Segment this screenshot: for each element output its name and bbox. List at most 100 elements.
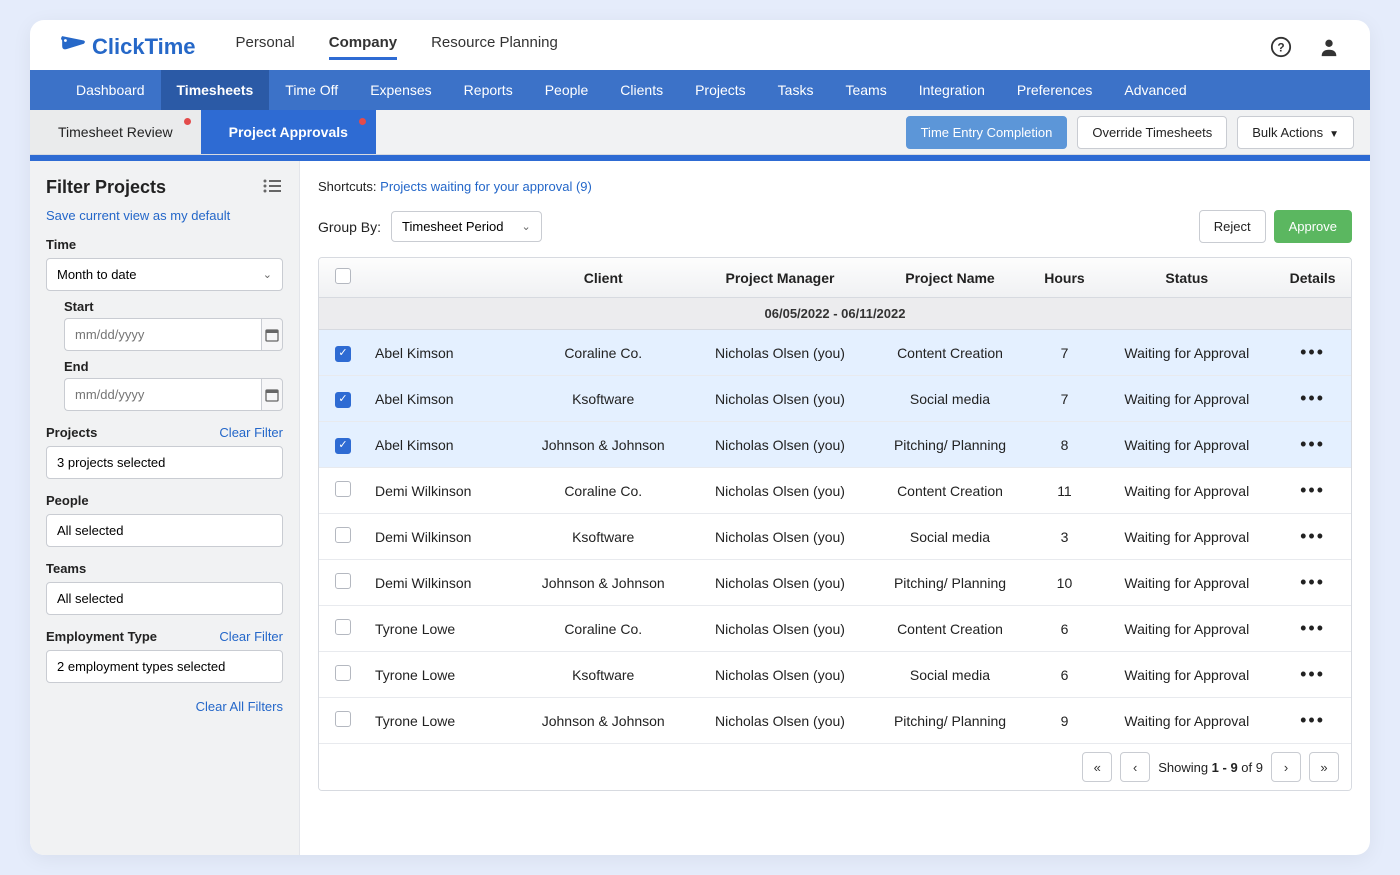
cell-hours: 7 (1029, 376, 1099, 422)
cell-client: Coraline Co. (517, 468, 689, 514)
help-icon[interactable]: ? (1270, 36, 1292, 58)
clear-all-filters-link[interactable]: Clear All Filters (196, 699, 283, 714)
row-checkbox[interactable]: ✓ (335, 438, 351, 454)
cell-status: Waiting for Approval (1099, 698, 1274, 744)
col-checkbox (319, 258, 367, 298)
page-first-button[interactable]: « (1082, 752, 1112, 782)
table-row[interactable]: ✓Abel KimsonCoraline Co.Nicholas Olsen (… (319, 330, 1351, 376)
nav-expenses[interactable]: Expenses (354, 70, 447, 110)
row-checkbox[interactable]: ✓ (335, 346, 351, 362)
row-details-icon[interactable]: ••• (1300, 388, 1325, 408)
pagination-text: Showing 1 - 9 of 9 (1158, 760, 1263, 775)
page-prev-button[interactable]: ‹ (1120, 752, 1150, 782)
time-entry-completion-button[interactable]: Time Entry Completion (906, 116, 1068, 149)
cell-status: Waiting for Approval (1099, 560, 1274, 606)
subtab-project-approvals[interactable]: Project Approvals (201, 110, 376, 154)
employment-clear-filter-link[interactable]: Clear Filter (219, 629, 283, 644)
cell-hours: 9 (1029, 698, 1099, 744)
table-row[interactable]: Tyrone LoweCoraline Co.Nicholas Olsen (y… (319, 606, 1351, 652)
nav-timesheets[interactable]: Timesheets (161, 70, 270, 110)
user-icon[interactable] (1318, 36, 1340, 58)
row-details-icon[interactable]: ••• (1300, 434, 1325, 454)
select-all-checkbox[interactable] (335, 268, 351, 284)
nav-time-off[interactable]: Time Off (269, 70, 354, 110)
main-nav: DashboardTimesheetsTime OffExpensesRepor… (30, 70, 1370, 110)
row-checkbox[interactable] (335, 619, 351, 635)
group-by-select[interactable]: Timesheet Period ⌄ (391, 211, 542, 242)
list-view-icon[interactable] (263, 179, 283, 196)
teams-filter-select[interactable]: All selected (46, 582, 283, 615)
row-checkbox[interactable] (335, 481, 351, 497)
col-project-manager: Project Manager (689, 258, 870, 298)
row-details-icon[interactable]: ••• (1300, 572, 1325, 592)
table-row[interactable]: ✓Abel KimsonJohnson & JohnsonNicholas Ol… (319, 422, 1351, 468)
nav-integration[interactable]: Integration (903, 70, 1001, 110)
filter-teams-label: Teams (46, 561, 283, 576)
cell-client: Ksoftware (517, 376, 689, 422)
cell-client: Ksoftware (517, 652, 689, 698)
cell-status: Waiting for Approval (1099, 330, 1274, 376)
table-row[interactable]: Demi WilkinsonJohnson & JohnsonNicholas … (319, 560, 1351, 606)
body: Filter Projects Save current view as my … (30, 161, 1370, 855)
nav-projects[interactable]: Projects (679, 70, 762, 110)
nav-people[interactable]: People (529, 70, 605, 110)
cell-manager: Nicholas Olsen (you) (689, 514, 870, 560)
nav-tasks[interactable]: Tasks (762, 70, 830, 110)
subtab-timesheet-review[interactable]: Timesheet Review (30, 110, 201, 154)
col-details: Details (1274, 258, 1351, 298)
employment-filter-select[interactable]: 2 employment types selected (46, 650, 283, 683)
top-nav-company[interactable]: Company (329, 34, 397, 60)
brand-logo[interactable]: ClickTime (60, 34, 196, 60)
table-row[interactable]: Tyrone LoweJohnson & JohnsonNicholas Ols… (319, 698, 1351, 744)
table-row[interactable]: Tyrone LoweKsoftwareNicholas Olsen (you)… (319, 652, 1351, 698)
bulk-actions-button[interactable]: Bulk Actions▼ (1237, 116, 1354, 149)
table-row[interactable]: Demi WilkinsonKsoftwareNicholas Olsen (y… (319, 514, 1351, 560)
nav-teams[interactable]: Teams (829, 70, 902, 110)
time-range-value: Month to date (57, 267, 137, 282)
page-last-button[interactable]: » (1309, 752, 1339, 782)
row-checkbox[interactable] (335, 665, 351, 681)
nav-preferences[interactable]: Preferences (1001, 70, 1108, 110)
top-nav-resource-planning[interactable]: Resource Planning (431, 34, 558, 60)
cell-manager: Nicholas Olsen (you) (689, 652, 870, 698)
end-date-calendar-icon[interactable] (261, 378, 283, 411)
approve-button[interactable]: Approve (1274, 210, 1352, 243)
shortcuts-link[interactable]: Projects waiting for your approval (9) (380, 179, 592, 194)
projects-clear-filter-link[interactable]: Clear Filter (219, 425, 283, 440)
top-header-right: ? (1270, 36, 1340, 58)
nav-advanced[interactable]: Advanced (1108, 70, 1202, 110)
row-checkbox[interactable] (335, 711, 351, 727)
start-date-calendar-icon[interactable] (261, 318, 283, 351)
end-date-input[interactable] (64, 378, 261, 411)
table-row[interactable]: Demi WilkinsonCoraline Co.Nicholas Olsen… (319, 468, 1351, 514)
row-details-icon[interactable]: ••• (1300, 526, 1325, 546)
cell-project: Content Creation (871, 468, 1030, 514)
nav-dashboard[interactable]: Dashboard (60, 70, 161, 110)
row-details-icon[interactable]: ••• (1300, 480, 1325, 500)
start-date-input[interactable] (64, 318, 261, 351)
row-details-icon[interactable]: ••• (1300, 618, 1325, 638)
cell-hours: 11 (1029, 468, 1099, 514)
cell-project: Content Creation (871, 330, 1030, 376)
row-details-icon[interactable]: ••• (1300, 342, 1325, 362)
caret-down-icon: ▼ (1329, 129, 1339, 140)
row-details-icon[interactable]: ••• (1300, 664, 1325, 684)
chevron-down-icon: ⌄ (521, 220, 530, 233)
nav-clients[interactable]: Clients (604, 70, 679, 110)
row-checkbox[interactable] (335, 573, 351, 589)
projects-filter-select[interactable]: 3 projects selected (46, 446, 283, 479)
nav-reports[interactable]: Reports (448, 70, 529, 110)
start-date-label: Start (64, 299, 283, 314)
sub-row-actions: Time Entry Completion Override Timesheet… (906, 116, 1370, 149)
save-view-link[interactable]: Save current view as my default (46, 208, 230, 223)
reject-button[interactable]: Reject (1199, 210, 1266, 243)
time-range-select[interactable]: Month to date ⌄ (46, 258, 283, 291)
top-nav-personal[interactable]: Personal (236, 34, 295, 60)
row-checkbox[interactable] (335, 527, 351, 543)
table-row[interactable]: ✓Abel KimsonKsoftwareNicholas Olsen (you… (319, 376, 1351, 422)
override-timesheets-button[interactable]: Override Timesheets (1077, 116, 1227, 149)
row-details-icon[interactable]: ••• (1300, 710, 1325, 730)
people-filter-select[interactable]: All selected (46, 514, 283, 547)
row-checkbox[interactable]: ✓ (335, 392, 351, 408)
page-next-button[interactable]: › (1271, 752, 1301, 782)
